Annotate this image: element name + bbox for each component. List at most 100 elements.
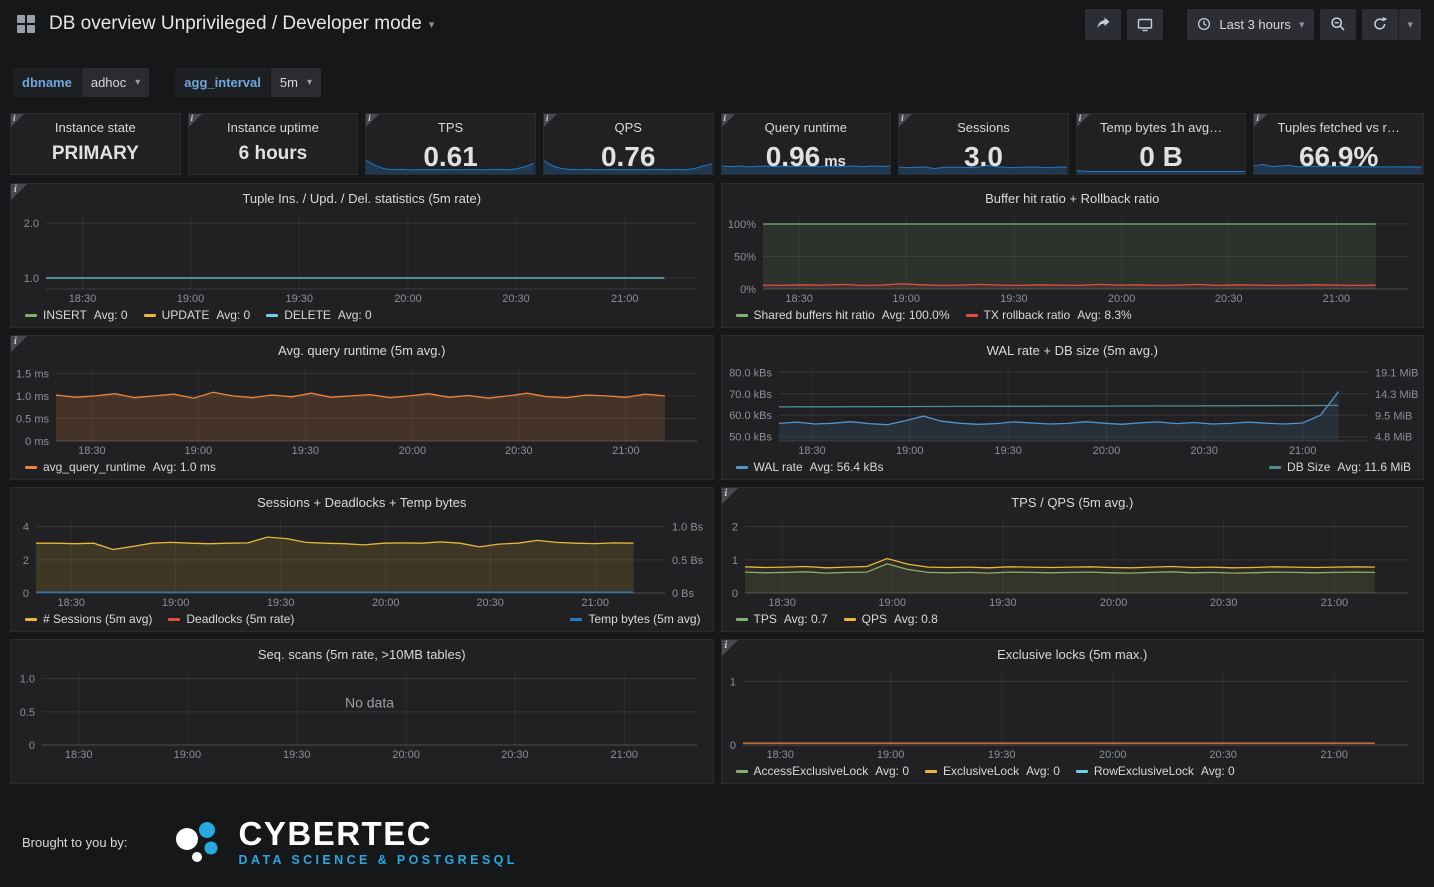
seq-scans-chart[interactable]: 18:3019:0019:3020:0020:3021:0000.51.0No … bbox=[12, 667, 711, 762]
x-tick-label: 18:30 bbox=[768, 597, 796, 609]
avg-query-runtime-chart[interactable]: 18:3019:0019:3020:0020:3021:000 ms0.5 ms… bbox=[12, 363, 711, 458]
share-button[interactable] bbox=[1085, 9, 1121, 40]
legend-item[interactable]: avg_query_runtimeAvg: 1.0 ms bbox=[25, 460, 216, 475]
y-tick-label: 0% bbox=[740, 284, 756, 296]
info-icon[interactable]: i bbox=[11, 184, 27, 200]
x-tick-label: 18:30 bbox=[78, 445, 106, 457]
panel-title[interactable]: Query runtime bbox=[722, 120, 891, 135]
stat-value: 0 B bbox=[1077, 143, 1246, 171]
legend-item[interactable]: ShareRowExclusiveLockAvg: 0 bbox=[736, 783, 927, 784]
sessions-deadlocks-chart[interactable]: 18:3019:0019:3020:0020:3021:000240 Bs0.5… bbox=[12, 515, 711, 610]
panel-title[interactable]: TPS bbox=[366, 120, 535, 135]
info-icon[interactable]: i bbox=[722, 488, 738, 504]
x-tick-label: 21:00 bbox=[1288, 445, 1316, 457]
variable-dbname-dropdown[interactable]: adhoc ▾ bbox=[82, 68, 149, 97]
legend-item[interactable]: ExclusiveLockAvg: 0 bbox=[925, 764, 1060, 779]
y-tick-label: 2 bbox=[23, 555, 29, 567]
legend-item[interactable]: QPSAvg: 0.8 bbox=[844, 612, 938, 627]
stat-panel-tuples-fetched: i Tuples fetched vs r… 66.9% bbox=[1253, 113, 1424, 175]
panel-title[interactable]: QPS bbox=[544, 120, 713, 135]
legend-item[interactable]: Shared buffers hit ratioAvg: 100.0% bbox=[736, 308, 950, 323]
info-icon[interactable]: i bbox=[1077, 114, 1090, 127]
legend-item[interactable]: DB SizeAvg: 11.6 MiB bbox=[1269, 460, 1411, 475]
legend-item[interactable]: AccessExclusiveLockAvg: 0 bbox=[736, 764, 910, 779]
legend-series-name: RowExclusiveLock bbox=[1094, 764, 1194, 779]
zoom-out-button[interactable] bbox=[1320, 9, 1356, 40]
y-tick-label: 50.0 kBs bbox=[729, 432, 772, 444]
legend-item[interactable]: TX rollback ratioAvg: 8.3% bbox=[966, 308, 1132, 323]
stat-panel-instance-uptime: i Instance uptime 6 hours bbox=[188, 113, 359, 175]
legend-item[interactable]: INSERTAvg: 0 bbox=[25, 308, 128, 323]
panel-title[interactable]: Sessions + Deadlocks + Temp bytes bbox=[11, 488, 713, 515]
legend-series-stat: Avg: 0 bbox=[338, 308, 372, 323]
info-icon[interactable]: i bbox=[189, 114, 202, 127]
series-fill bbox=[36, 537, 634, 593]
legend-series-color bbox=[570, 618, 582, 621]
info-icon[interactable]: i bbox=[544, 114, 557, 127]
panel-title[interactable]: Buffer hit ratio + Rollback ratio bbox=[722, 184, 1424, 211]
series-line bbox=[779, 405, 1339, 407]
y-tick-label: 0 bbox=[29, 740, 35, 752]
legend-item[interactable]: UPDATEAvg: 0 bbox=[144, 308, 251, 323]
legend-series-color bbox=[25, 618, 37, 621]
legend-item[interactable]: DELETEAvg: 0 bbox=[266, 308, 372, 323]
series-fill bbox=[745, 559, 1375, 594]
legend-item[interactable]: # Sessions (5m avg) bbox=[25, 612, 152, 627]
panel-title[interactable]: Avg. query runtime (5m avg.) bbox=[11, 336, 713, 363]
panel-title[interactable]: Sessions bbox=[899, 120, 1068, 135]
grid-icon bbox=[17, 15, 25, 23]
refresh-interval-dropdown[interactable]: ▾ bbox=[1398, 9, 1421, 40]
info-icon[interactable]: i bbox=[722, 640, 738, 656]
legend-series-color bbox=[1269, 466, 1281, 469]
panel-title[interactable]: Tuple Ins. / Upd. / Del. statistics (5m … bbox=[11, 184, 713, 211]
legend-item[interactable]: Temp bytes (5m avg) bbox=[570, 612, 700, 627]
cybertec-logo[interactable]: CYBERTEC DATA SCIENCE & POSTGRESQL bbox=[170, 814, 518, 870]
legend-series-color bbox=[736, 770, 748, 773]
panel-title[interactable]: Temp bytes 1h avg… bbox=[1077, 120, 1246, 135]
legend-series-stat: Avg: 8.3% bbox=[1077, 308, 1131, 323]
chevron-down-icon: ▾ bbox=[1407, 18, 1413, 31]
info-icon[interactable]: i bbox=[899, 114, 912, 127]
x-tick-label: 19:00 bbox=[162, 597, 190, 609]
x-tick-label: 19:30 bbox=[267, 597, 295, 609]
variable-agg-interval: agg_interval 5m ▾ bbox=[175, 68, 321, 97]
series-fill bbox=[56, 392, 665, 441]
y-tick-label: 4 bbox=[23, 522, 29, 534]
x-tick-label: 19:00 bbox=[895, 445, 923, 457]
legend-series-name: ShareRowExclusiveLock bbox=[754, 783, 886, 784]
info-icon[interactable]: i bbox=[366, 114, 379, 127]
panel-title[interactable]: WAL rate + DB size (5m avg.) bbox=[722, 336, 1424, 363]
legend-item[interactable]: RowExclusiveLockAvg: 0 bbox=[1076, 764, 1235, 779]
tps-qps-chart[interactable]: 18:3019:0019:3020:0020:3021:00012 bbox=[723, 515, 1422, 610]
panel-seq-scans: Seq. scans (5m rate, >10MB tables) 18:30… bbox=[10, 639, 714, 784]
panel-title[interactable]: Instance uptime bbox=[189, 120, 358, 135]
grafana-menu-button[interactable] bbox=[13, 11, 39, 37]
chart-legend bbox=[11, 762, 713, 764]
buffer-hit-ratio-chart[interactable]: 18:3019:0019:3020:0020:3021:000%50%100% bbox=[723, 211, 1422, 306]
tuple-statistics-chart[interactable]: 18:3019:0019:3020:0020:3021:001.02.0 bbox=[12, 211, 711, 306]
y-tick-label: 0 ms bbox=[25, 436, 49, 448]
exclusive-locks-chart[interactable]: 18:3019:0019:3020:0020:3021:0001 bbox=[723, 667, 1422, 762]
info-icon[interactable]: i bbox=[722, 114, 735, 127]
info-icon[interactable]: i bbox=[1254, 114, 1267, 127]
panel-title[interactable]: Seq. scans (5m rate, >10MB tables) bbox=[11, 640, 713, 667]
info-icon[interactable]: i bbox=[11, 114, 24, 127]
dashboard-title-button[interactable]: DB overview Unprivileged / Developer mod… bbox=[49, 13, 434, 35]
panel-title[interactable]: TPS / QPS (5m avg.) bbox=[722, 488, 1424, 515]
legend-item[interactable]: ShareUpdateExclusiveLockAvg: 0 bbox=[942, 783, 1148, 784]
legend-item[interactable]: WAL rateAvg: 56.4 kBs bbox=[736, 460, 884, 475]
tv-mode-button[interactable] bbox=[1127, 9, 1163, 40]
time-picker-button[interactable]: Last 3 hours ▾ bbox=[1187, 9, 1314, 40]
refresh-button[interactable] bbox=[1362, 9, 1398, 40]
legend-item[interactable]: Deadlocks (5m rate) bbox=[168, 612, 294, 627]
variable-agg-interval-dropdown[interactable]: 5m ▾ bbox=[271, 68, 321, 97]
info-icon[interactable]: i bbox=[11, 336, 27, 352]
panel-title[interactable]: Tuples fetched vs r… bbox=[1254, 120, 1423, 135]
panel-title[interactable]: Instance state bbox=[11, 120, 180, 135]
legend-item[interactable]: TPSAvg: 0.7 bbox=[736, 612, 828, 627]
panel-title[interactable]: Exclusive locks (5m max.) bbox=[722, 640, 1424, 667]
chevron-down-icon: ▾ bbox=[1299, 18, 1305, 31]
x-tick-label: 18:30 bbox=[57, 597, 85, 609]
panel-wal-rate-db-size: WAL rate + DB size (5m avg.) 18:3019:001… bbox=[721, 335, 1425, 480]
wal-rate-db-size-chart[interactable]: 18:3019:0019:3020:0020:3021:0050.0 kBs60… bbox=[723, 363, 1422, 458]
